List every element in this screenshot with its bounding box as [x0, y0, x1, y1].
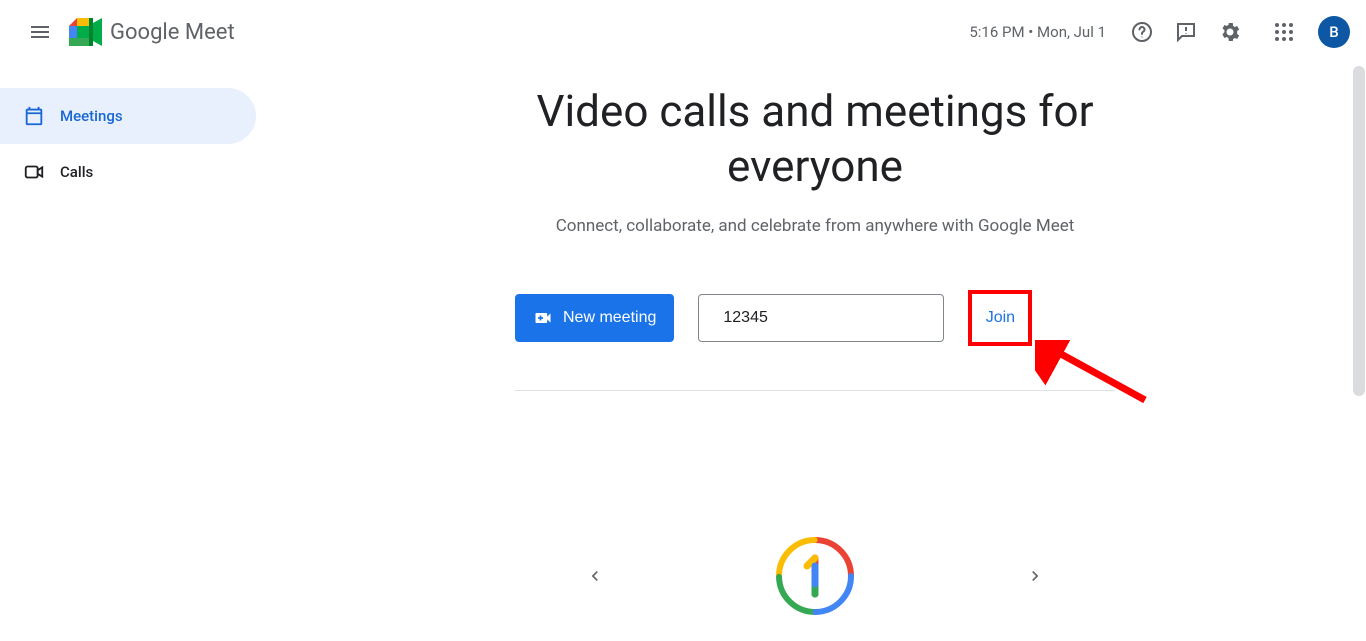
apps-button[interactable]: [1264, 12, 1304, 52]
scrollbar[interactable]: [1353, 66, 1365, 396]
product-name: Google Meet: [110, 20, 235, 45]
product-logo[interactable]: Google Meet: [68, 14, 235, 50]
feedback-icon: [1174, 20, 1198, 44]
product-name-meet: Meet: [179, 20, 234, 45]
meeting-code-input[interactable]: [723, 309, 930, 327]
chevron-left-icon: [585, 566, 605, 586]
carousel-prev-button[interactable]: [575, 556, 615, 596]
hero-subtitle: Connect, collaborate, and celebrate from…: [515, 216, 1115, 236]
account-avatar[interactable]: B: [1318, 16, 1350, 48]
join-button[interactable]: Join: [972, 297, 1029, 339]
apps-grid-icon: [1274, 22, 1294, 42]
new-meeting-label: New meeting: [563, 309, 656, 327]
promo-carousel: [280, 511, 1350, 641]
carousel-next-button[interactable]: [1015, 556, 1055, 596]
new-meeting-button[interactable]: New meeting: [515, 294, 674, 342]
hero-title: Video calls and meetings for everyone: [515, 84, 1115, 194]
header-actions: 5:16 PM • Mon, Jul 1 B: [969, 12, 1350, 52]
google-one-logo: [775, 536, 855, 616]
action-row: New meeting Join: [515, 290, 1115, 391]
chevron-right-icon: [1025, 566, 1045, 586]
meet-logo-icon: [68, 14, 104, 50]
code-input-container[interactable]: [698, 294, 944, 342]
new-meeting-icon: [533, 308, 553, 328]
video-call-icon: [22, 160, 46, 184]
feedback-button[interactable]: [1166, 12, 1206, 52]
support-button[interactable]: [1122, 12, 1162, 52]
sidebar-item-meetings[interactable]: Meetings: [0, 88, 256, 144]
sidebar-item-label: Calls: [60, 163, 93, 181]
join-label: Join: [986, 309, 1015, 326]
hero-section: Video calls and meetings for everyone Co…: [515, 84, 1115, 236]
annotation-join-highlight: Join: [968, 290, 1032, 346]
product-name-google: Google: [110, 20, 179, 45]
sidebar-nav: Meetings Calls: [0, 88, 256, 200]
main-menu-button[interactable]: [16, 8, 64, 56]
header-datetime: 5:16 PM • Mon, Jul 1: [969, 23, 1106, 41]
help-icon: [1130, 20, 1154, 44]
gear-icon: [1218, 20, 1242, 44]
settings-button[interactable]: [1210, 12, 1250, 52]
hamburger-icon: [28, 20, 52, 44]
sidebar-item-label: Meetings: [60, 107, 123, 125]
sidebar-item-calls[interactable]: Calls: [0, 144, 256, 200]
calendar-icon: [22, 104, 46, 128]
avatar-initial: B: [1329, 23, 1338, 41]
header: Google Meet 5:16 PM • Mon, Jul 1 B: [0, 0, 1366, 64]
